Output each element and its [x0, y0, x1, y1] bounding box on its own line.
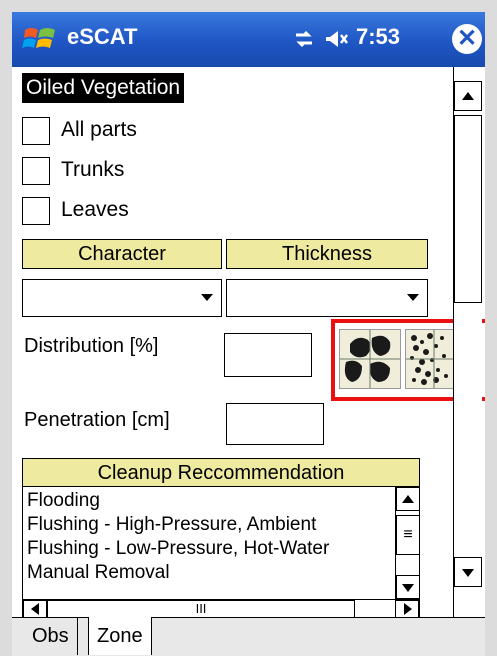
thickness-header: Thickness [226, 239, 428, 269]
trunks-checkbox[interactable] [22, 157, 50, 185]
scroll-left-button[interactable] [23, 600, 47, 617]
chevron-down-icon [201, 294, 213, 301]
list-item[interactable]: Manual Removal [27, 561, 170, 585]
arrow-left-icon [31, 603, 39, 615]
main-vertical-scrollbar[interactable] [453, 67, 482, 617]
scroll-up-button[interactable] [396, 487, 419, 511]
tab-zone[interactable]: Zone [88, 617, 152, 655]
list-item[interactable]: Flushing - Low-Pressure, Hot-Water [27, 537, 329, 561]
trunks-label: Trunks [61, 158, 125, 181]
chevron-down-icon [407, 294, 419, 301]
clock-time: 7:53 [356, 24, 401, 49]
tab-bar: Obs Zone [12, 617, 485, 656]
character-dropdown[interactable] [22, 279, 222, 317]
form-content: Oiled Vegetation All parts Trunks Leaves… [12, 67, 485, 617]
distribution-label: Distribution [%] [24, 335, 159, 357]
scroll-thumb[interactable] [454, 115, 482, 303]
leaves-label: Leaves [61, 198, 129, 221]
character-header: Character [22, 239, 222, 269]
cleanup-header: Cleanup Reccommendation [22, 458, 420, 488]
all-parts-checkbox[interactable] [22, 117, 50, 145]
arrow-right-icon [404, 603, 412, 615]
app-window: eSCAT 7:53 ✕ Oiled Vegetation All parts … [12, 12, 485, 656]
arrow-up-icon [462, 92, 474, 100]
scroll-right-button[interactable] [395, 600, 419, 617]
cleanup-horizontal-scrollbar[interactable]: III [23, 599, 419, 617]
penetration-label: Penetration [cm] [24, 409, 170, 431]
distribution-input[interactable] [224, 333, 312, 377]
title-bar: eSCAT 7:53 ✕ [12, 12, 485, 67]
patches-pattern-icon [340, 330, 400, 388]
scroll-thumb[interactable]: III [47, 600, 355, 617]
arrow-up-icon [402, 495, 414, 503]
oiled-vegetation-header: Oiled Vegetation [22, 73, 185, 103]
leaves-checkbox[interactable] [22, 197, 50, 225]
scroll-down-button[interactable] [454, 557, 482, 587]
close-icon[interactable]: ✕ [452, 24, 482, 54]
arrow-down-icon [402, 584, 414, 592]
scroll-thumb[interactable]: ≡ [396, 515, 419, 555]
cleanup-vertical-scrollbar[interactable]: ≡ [395, 487, 419, 599]
penetration-input[interactable] [226, 403, 324, 445]
patches-pattern-button[interactable] [339, 329, 401, 389]
speaker-icon[interactable] [324, 27, 350, 51]
cleanup-list[interactable]: Flooding Flushing - High-Pressure, Ambie… [22, 486, 420, 617]
all-parts-label: All parts [61, 118, 137, 141]
list-item[interactable]: Flushing - High-Pressure, Ambient [27, 513, 316, 537]
windows-start-icon[interactable] [22, 24, 58, 54]
app-title: eSCAT [67, 24, 138, 49]
scroll-down-button[interactable] [396, 575, 419, 599]
arrow-down-icon [462, 569, 474, 577]
thickness-dropdown[interactable] [226, 279, 428, 317]
tab-obs[interactable]: Obs [24, 617, 78, 655]
list-item[interactable]: Flooding [27, 489, 100, 513]
scroll-up-button[interactable] [454, 81, 482, 111]
connectivity-icon[interactable] [292, 27, 316, 51]
